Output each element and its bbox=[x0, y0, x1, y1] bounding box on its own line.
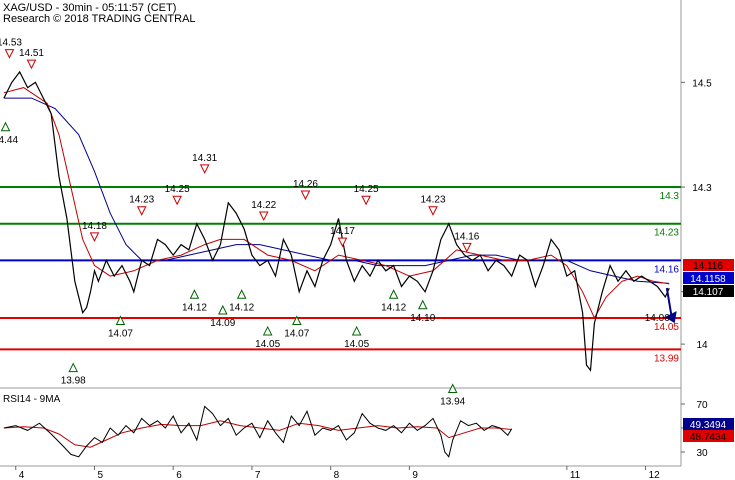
marker-label: 14.26 bbox=[293, 179, 318, 190]
marker-label: 14.05 bbox=[344, 339, 369, 350]
chart-subtitle: Research © 2018 TRADING CENTRAL bbox=[3, 13, 196, 25]
support-level-label: 13.99 bbox=[654, 353, 679, 364]
projection-label: 14.06 bbox=[645, 313, 670, 324]
marker-label: 14.16 bbox=[454, 231, 479, 242]
marker-label: 14.09 bbox=[210, 318, 235, 329]
chart-background bbox=[0, 0, 735, 480]
time-tick-label: 4 bbox=[19, 470, 25, 480]
marker-label: 14.05 bbox=[255, 339, 280, 350]
last-value-tag: 14.116 bbox=[693, 261, 723, 272]
marker-label: 14.53 bbox=[0, 38, 22, 49]
marker-label: 14.12 bbox=[381, 302, 406, 313]
marker-label: 14.12 bbox=[182, 302, 207, 313]
time-tick-label: 8 bbox=[334, 470, 340, 480]
marker-label: 14.44 bbox=[0, 135, 18, 146]
time-tick-label: 5 bbox=[97, 470, 103, 480]
marker-label: 14.51 bbox=[19, 48, 44, 59]
marker-label: 14.07 bbox=[284, 328, 309, 339]
time-tick-label: 9 bbox=[412, 470, 418, 480]
marker-label: 14.07 bbox=[108, 328, 133, 339]
rsi-title: RSI14 - 9MA bbox=[3, 394, 61, 405]
marker-label: 13.98 bbox=[61, 376, 86, 387]
last-value-tag: 14.1158 bbox=[690, 274, 726, 285]
rsi-ma-last-value-tag: 48.7434 bbox=[690, 432, 727, 443]
time-tick-label: 7 bbox=[255, 470, 261, 480]
marker-label: 14.10 bbox=[410, 313, 435, 324]
marker-label: 14.12 bbox=[229, 302, 254, 313]
price-tick-label: 14 bbox=[696, 340, 708, 351]
time-tick-label: 6 bbox=[176, 470, 182, 480]
marker-label: 14.17 bbox=[330, 226, 355, 237]
price-tick-label: 14.3 bbox=[692, 183, 712, 194]
marker-label: 14.18 bbox=[82, 221, 107, 232]
rsi-tick-label: 70 bbox=[696, 400, 708, 411]
rsi-tick-label: 30 bbox=[696, 448, 708, 459]
resistance-level-label: 14.23 bbox=[654, 228, 679, 239]
price-tick-label: 14.5 bbox=[692, 78, 712, 89]
resistance-level-label: 14.3 bbox=[660, 191, 680, 202]
marker-label: 14.25 bbox=[165, 184, 190, 195]
marker-label: 13.94 bbox=[440, 397, 465, 408]
chart-canvas: XAG/USD - 30min - 05:11:57 (CET) Researc… bbox=[0, 0, 735, 480]
pivot-level-label: 14.16 bbox=[654, 264, 679, 275]
time-tick-label: 11 bbox=[570, 470, 581, 480]
marker-label: 14.31 bbox=[192, 153, 217, 164]
last-value-tag: 14.107 bbox=[693, 287, 724, 298]
marker-label: 14.25 bbox=[354, 184, 379, 195]
marker-label: 14.22 bbox=[251, 200, 276, 211]
marker-label: 14.23 bbox=[420, 195, 445, 206]
rsi-last-value-tag: 49.3494 bbox=[690, 420, 727, 431]
marker-label: 14.23 bbox=[129, 195, 154, 206]
time-tick-label: 12 bbox=[649, 470, 661, 480]
